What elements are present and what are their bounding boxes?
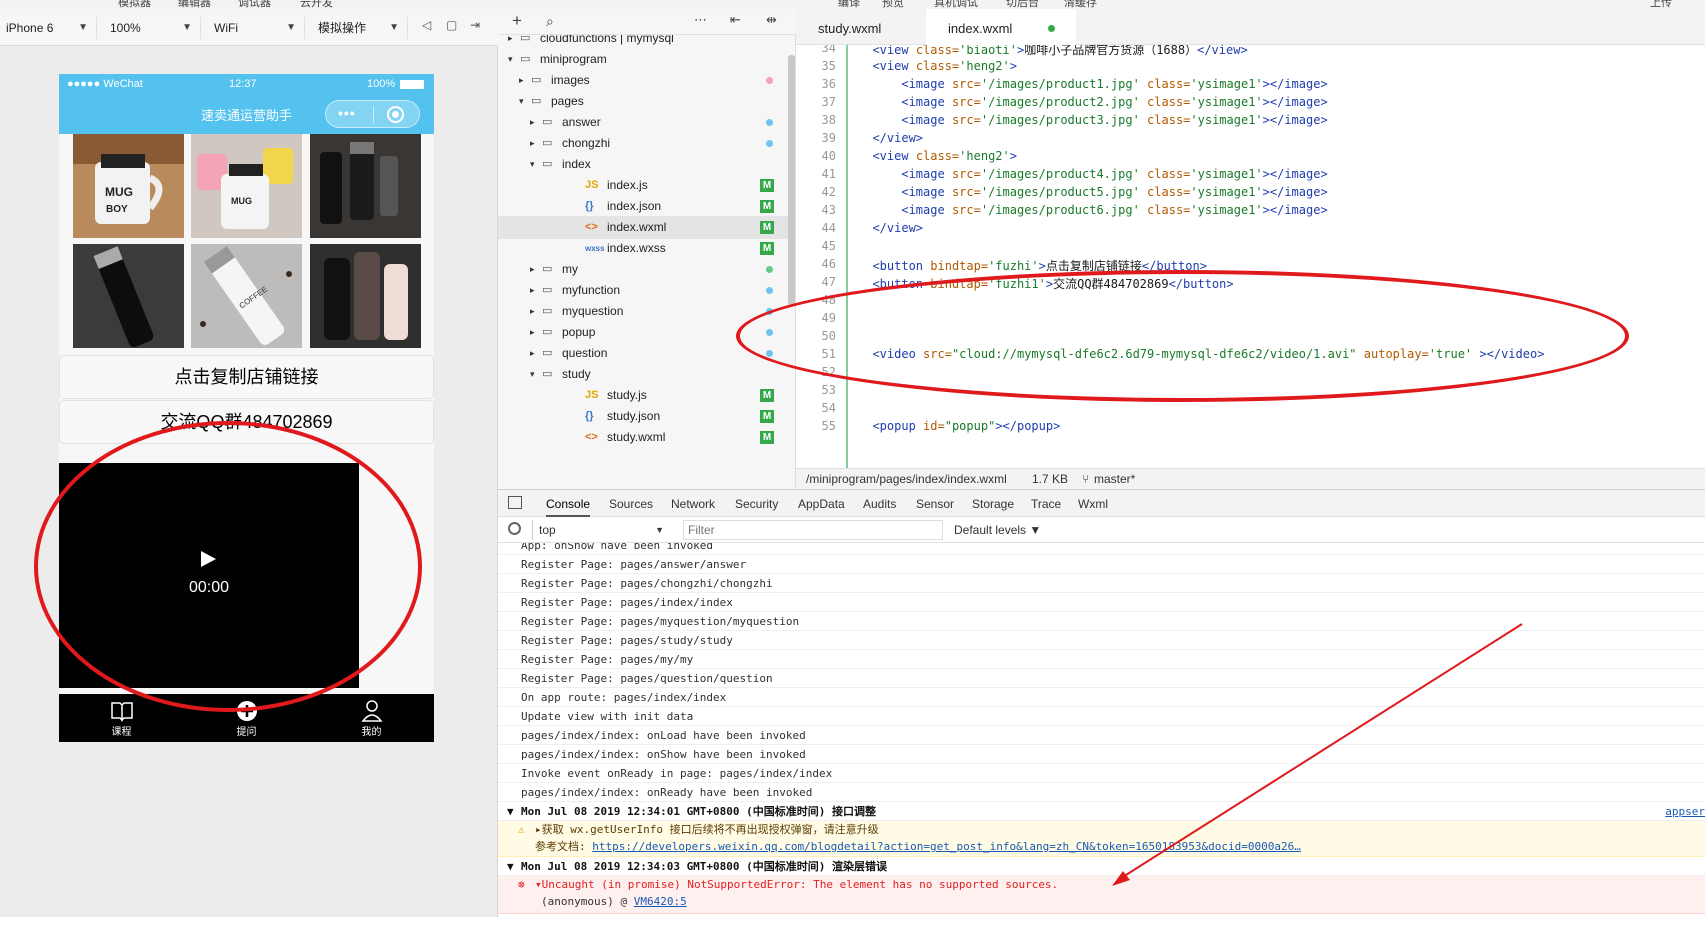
- annotation-arrow: [1112, 623, 1523, 886]
- arrow-line: [1117, 623, 1523, 881]
